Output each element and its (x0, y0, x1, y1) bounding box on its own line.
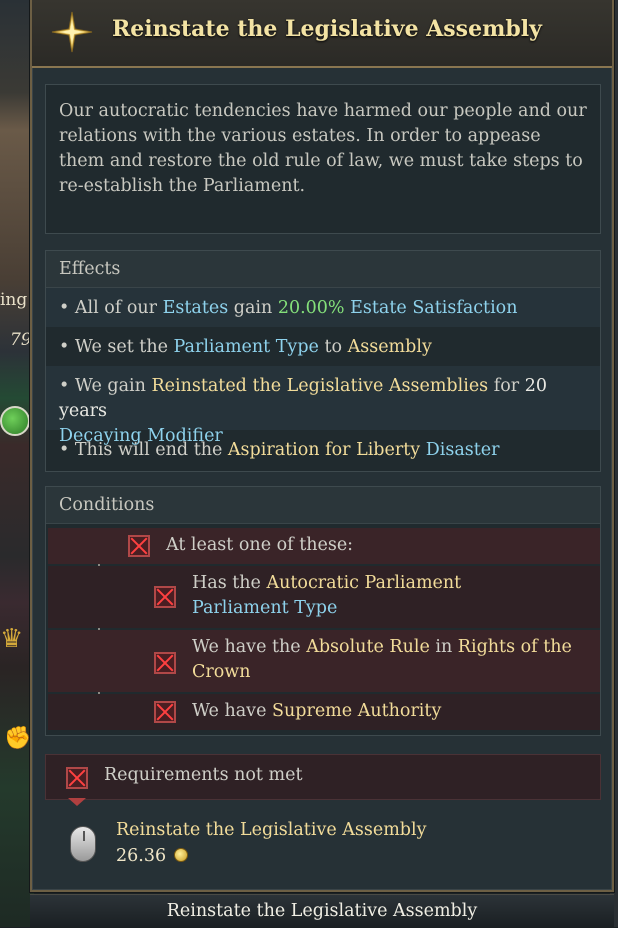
check-icon[interactable] (0, 406, 30, 436)
cost-value: 26.36 (116, 846, 167, 866)
effects-header: Effects (46, 251, 600, 288)
condition-text: We have the Absolute Rule in Rights of t… (192, 635, 572, 685)
conditions-tree: At least one of these: Has the Autocrati… (46, 524, 600, 736)
effect-text: • This will end the (59, 440, 228, 460)
effect-text: • We gain (59, 376, 152, 396)
fist-icon[interactable]: ✊ (4, 726, 31, 751)
background-game-ui (0, 0, 34, 927)
effect-text: • We set the (59, 337, 174, 357)
effect-text: • All of our (59, 298, 163, 318)
effect-text: gain (228, 298, 278, 318)
decision-tooltip: Reinstate the Legislative Assembly Our a… (30, 0, 614, 892)
assembly-value[interactable]: Assembly (348, 337, 432, 357)
condition-prefix: We have the (192, 637, 307, 657)
condition-row: Has the Autocratic Parliament Parliament … (48, 566, 600, 628)
mouse-click-icon (70, 826, 96, 862)
requirements-status: Requirements not met (45, 754, 601, 806)
effect-estate-satisfaction: • All of our Estates gain 20.00% Estate … (46, 288, 600, 327)
background-text: ing (0, 290, 28, 310)
crown-icon[interactable]: ♛ (0, 624, 23, 654)
condition-prefix: We have (192, 701, 272, 721)
failed-x-icon (66, 767, 88, 789)
condition-prefix: Has the (192, 573, 267, 593)
failed-x-icon (154, 586, 176, 608)
condition-mid: in (429, 637, 458, 657)
effect-text: to (318, 337, 348, 357)
modifier-link[interactable]: Reinstated the Legislative Assemblies (151, 376, 488, 396)
failed-x-icon (154, 652, 176, 674)
autocratic-parliament-link[interactable]: Autocratic Parliament (266, 573, 461, 593)
down-arrow-icon (68, 798, 86, 806)
effect-modifier: • We gain Reinstated the Legislative Ass… (46, 366, 600, 446)
condition-row: We have the Absolute Rule in Rights of t… (48, 630, 600, 692)
effect-parliament-type: • We set the Parliament Type to Assembly (46, 327, 600, 366)
decision-description: Our autocratic tendencies have harmed ou… (45, 84, 601, 234)
requirements-text: Requirements not met (104, 765, 303, 785)
action-name: Reinstate the Legislative Assembly (116, 820, 427, 840)
condition-text: Has the Autocratic Parliament Parliament … (192, 571, 461, 621)
disaster-name-link[interactable]: Aspiration for Liberty (228, 440, 420, 460)
condition-group-row: At least one of these: (48, 528, 600, 564)
failed-x-icon (128, 535, 150, 557)
coin-icon (174, 848, 189, 862)
estates-link[interactable]: Estates (163, 298, 229, 318)
absolute-rule-link[interactable]: Absolute Rule (306, 637, 430, 657)
estate-satisfaction-link[interactable]: Estate Satisfaction (350, 298, 517, 318)
parliament-type-link[interactable]: Parliament Type (192, 598, 337, 618)
star-icon (51, 11, 93, 53)
tooltip-header: Reinstate the Legislative Assembly (32, 0, 612, 68)
condition-text: We have Supreme Authority (192, 699, 441, 724)
condition-group-label: At least one of these: (166, 535, 354, 555)
conditions-header: Conditions (46, 487, 600, 524)
supreme-authority-link[interactable]: Supreme Authority (272, 701, 441, 721)
action-cost: 26.36 (116, 846, 189, 866)
tooltip-title: Reinstate the Legislative Assembly (112, 16, 542, 42)
effects-section: Effects • All of our Estates gain 20.00%… (45, 250, 601, 472)
background-number: 79 (10, 330, 32, 350)
parliament-type-link[interactable]: Parliament Type (174, 337, 319, 357)
disaster-link[interactable]: Disaster (426, 440, 500, 460)
effect-text: for (488, 376, 525, 396)
failed-x-icon (154, 701, 176, 723)
conditions-section: Conditions At least one of these: Has th… (45, 486, 601, 736)
decision-button-label[interactable]: Reinstate the Legislative Assembly (30, 894, 614, 928)
condition-row: We have Supreme Authority (48, 694, 600, 730)
satisfaction-value: 20.00% (277, 298, 345, 318)
